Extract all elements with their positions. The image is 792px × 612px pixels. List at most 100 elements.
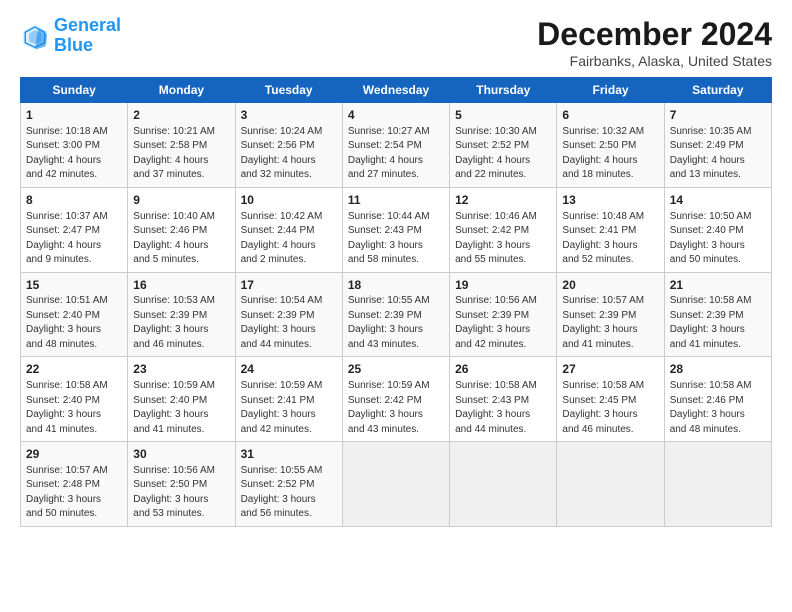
day-number: 18 xyxy=(348,277,444,294)
calendar-cell: 10Sunrise: 10:42 AM Sunset: 2:44 PM Dayl… xyxy=(235,187,342,272)
day-number: 14 xyxy=(670,192,766,209)
calendar-cell: 30Sunrise: 10:56 AM Sunset: 2:50 PM Dayl… xyxy=(128,442,235,527)
day-info: Sunrise: 10:58 AM Sunset: 2:39 PM Daylig… xyxy=(670,294,766,352)
calendar-cell: 24Sunrise: 10:59 AM Sunset: 2:41 PM Dayl… xyxy=(235,357,342,442)
day-number: 28 xyxy=(670,361,766,378)
day-info: Sunrise: 10:24 AM Sunset: 2:56 PM Daylig… xyxy=(241,125,337,183)
day-number: 15 xyxy=(26,277,122,294)
day-info: Sunrise: 10:18 AM Sunset: 3:00 PM Daylig… xyxy=(26,125,122,183)
calendar-cell: 9Sunrise: 10:40 AM Sunset: 2:46 PM Dayli… xyxy=(128,187,235,272)
logo: General Blue xyxy=(20,16,121,56)
calendar-cell: 5Sunrise: 10:30 AM Sunset: 2:52 PM Dayli… xyxy=(450,103,557,188)
calendar-cell: 4Sunrise: 10:27 AM Sunset: 2:54 PM Dayli… xyxy=(342,103,449,188)
day-number: 13 xyxy=(562,192,658,209)
day-info: Sunrise: 10:57 AM Sunset: 2:39 PM Daylig… xyxy=(562,294,658,352)
calendar-cell: 7Sunrise: 10:35 AM Sunset: 2:49 PM Dayli… xyxy=(664,103,771,188)
logo-icon xyxy=(20,21,50,51)
day-number: 29 xyxy=(26,446,122,463)
day-info: Sunrise: 10:53 AM Sunset: 2:39 PM Daylig… xyxy=(133,294,229,352)
header-cell-tuesday: Tuesday xyxy=(235,78,342,103)
day-info: Sunrise: 10:21 AM Sunset: 2:58 PM Daylig… xyxy=(133,125,229,183)
day-number: 10 xyxy=(241,192,337,209)
week-row-5: 29Sunrise: 10:57 AM Sunset: 2:48 PM Dayl… xyxy=(21,442,772,527)
calendar-cell: 27Sunrise: 10:58 AM Sunset: 2:45 PM Dayl… xyxy=(557,357,664,442)
day-info: Sunrise: 10:50 AM Sunset: 2:40 PM Daylig… xyxy=(670,210,766,268)
week-row-2: 8Sunrise: 10:37 AM Sunset: 2:47 PM Dayli… xyxy=(21,187,772,272)
day-number: 21 xyxy=(670,277,766,294)
day-number: 23 xyxy=(133,361,229,378)
day-number: 1 xyxy=(26,107,122,124)
day-info: Sunrise: 10:30 AM Sunset: 2:52 PM Daylig… xyxy=(455,125,551,183)
day-number: 2 xyxy=(133,107,229,124)
day-info: Sunrise: 10:59 AM Sunset: 2:41 PM Daylig… xyxy=(241,379,337,437)
header-cell-sunday: Sunday xyxy=(21,78,128,103)
calendar-cell: 13Sunrise: 10:48 AM Sunset: 2:41 PM Dayl… xyxy=(557,187,664,272)
calendar-cell: 23Sunrise: 10:59 AM Sunset: 2:40 PM Dayl… xyxy=(128,357,235,442)
day-number: 7 xyxy=(670,107,766,124)
day-number: 31 xyxy=(241,446,337,463)
calendar-cell: 22Sunrise: 10:58 AM Sunset: 2:40 PM Dayl… xyxy=(21,357,128,442)
day-number: 3 xyxy=(241,107,337,124)
day-info: Sunrise: 10:55 AM Sunset: 2:52 PM Daylig… xyxy=(241,464,337,522)
week-row-1: 1Sunrise: 10:18 AM Sunset: 3:00 PM Dayli… xyxy=(21,103,772,188)
day-info: Sunrise: 10:58 AM Sunset: 2:46 PM Daylig… xyxy=(670,379,766,437)
header-cell-friday: Friday xyxy=(557,78,664,103)
calendar-cell: 12Sunrise: 10:46 AM Sunset: 2:42 PM Dayl… xyxy=(450,187,557,272)
header-cell-monday: Monday xyxy=(128,78,235,103)
header-cell-thursday: Thursday xyxy=(450,78,557,103)
header: General Blue December 2024 Fairbanks, Al… xyxy=(20,16,772,69)
calendar-cell: 1Sunrise: 10:18 AM Sunset: 3:00 PM Dayli… xyxy=(21,103,128,188)
day-number: 11 xyxy=(348,192,444,209)
day-info: Sunrise: 10:58 AM Sunset: 2:40 PM Daylig… xyxy=(26,379,122,437)
day-info: Sunrise: 10:37 AM Sunset: 2:47 PM Daylig… xyxy=(26,210,122,268)
day-number: 8 xyxy=(26,192,122,209)
day-info: Sunrise: 10:32 AM Sunset: 2:50 PM Daylig… xyxy=(562,125,658,183)
calendar-cell xyxy=(664,442,771,527)
day-number: 5 xyxy=(455,107,551,124)
day-info: Sunrise: 10:48 AM Sunset: 2:41 PM Daylig… xyxy=(562,210,658,268)
day-info: Sunrise: 10:44 AM Sunset: 2:43 PM Daylig… xyxy=(348,210,444,268)
page-container: General Blue December 2024 Fairbanks, Al… xyxy=(0,0,792,537)
day-info: Sunrise: 10:57 AM Sunset: 2:48 PM Daylig… xyxy=(26,464,122,522)
week-row-4: 22Sunrise: 10:58 AM Sunset: 2:40 PM Dayl… xyxy=(21,357,772,442)
day-number: 25 xyxy=(348,361,444,378)
day-info: Sunrise: 10:40 AM Sunset: 2:46 PM Daylig… xyxy=(133,210,229,268)
calendar-body: 1Sunrise: 10:18 AM Sunset: 3:00 PM Dayli… xyxy=(21,103,772,527)
day-number: 20 xyxy=(562,277,658,294)
calendar-cell: 19Sunrise: 10:56 AM Sunset: 2:39 PM Dayl… xyxy=(450,272,557,357)
calendar-cell: 20Sunrise: 10:57 AM Sunset: 2:39 PM Dayl… xyxy=(557,272,664,357)
calendar-cell: 15Sunrise: 10:51 AM Sunset: 2:40 PM Dayl… xyxy=(21,272,128,357)
calendar-cell: 25Sunrise: 10:59 AM Sunset: 2:42 PM Dayl… xyxy=(342,357,449,442)
day-number: 16 xyxy=(133,277,229,294)
logo-text: General Blue xyxy=(54,16,121,56)
calendar-cell: 14Sunrise: 10:50 AM Sunset: 2:40 PM Dayl… xyxy=(664,187,771,272)
calendar-cell: 18Sunrise: 10:55 AM Sunset: 2:39 PM Dayl… xyxy=(342,272,449,357)
calendar-table: SundayMondayTuesdayWednesdayThursdayFrid… xyxy=(20,77,772,527)
day-number: 22 xyxy=(26,361,122,378)
calendar-cell xyxy=(342,442,449,527)
calendar-header: SundayMondayTuesdayWednesdayThursdayFrid… xyxy=(21,78,772,103)
calendar-cell: 8Sunrise: 10:37 AM Sunset: 2:47 PM Dayli… xyxy=(21,187,128,272)
calendar-cell xyxy=(450,442,557,527)
header-cell-saturday: Saturday xyxy=(664,78,771,103)
calendar-cell: 31Sunrise: 10:55 AM Sunset: 2:52 PM Dayl… xyxy=(235,442,342,527)
day-number: 24 xyxy=(241,361,337,378)
week-row-3: 15Sunrise: 10:51 AM Sunset: 2:40 PM Dayl… xyxy=(21,272,772,357)
calendar-cell: 11Sunrise: 10:44 AM Sunset: 2:43 PM Dayl… xyxy=(342,187,449,272)
calendar-cell: 3Sunrise: 10:24 AM Sunset: 2:56 PM Dayli… xyxy=(235,103,342,188)
day-number: 27 xyxy=(562,361,658,378)
day-number: 26 xyxy=(455,361,551,378)
day-info: Sunrise: 10:46 AM Sunset: 2:42 PM Daylig… xyxy=(455,210,551,268)
header-row: SundayMondayTuesdayWednesdayThursdayFrid… xyxy=(21,78,772,103)
day-number: 19 xyxy=(455,277,551,294)
day-info: Sunrise: 10:59 AM Sunset: 2:42 PM Daylig… xyxy=(348,379,444,437)
day-number: 12 xyxy=(455,192,551,209)
day-number: 4 xyxy=(348,107,444,124)
calendar-cell: 28Sunrise: 10:58 AM Sunset: 2:46 PM Dayl… xyxy=(664,357,771,442)
day-info: Sunrise: 10:58 AM Sunset: 2:43 PM Daylig… xyxy=(455,379,551,437)
day-info: Sunrise: 10:35 AM Sunset: 2:49 PM Daylig… xyxy=(670,125,766,183)
main-title: December 2024 xyxy=(537,16,772,53)
day-info: Sunrise: 10:42 AM Sunset: 2:44 PM Daylig… xyxy=(241,210,337,268)
calendar-cell: 26Sunrise: 10:58 AM Sunset: 2:43 PM Dayl… xyxy=(450,357,557,442)
calendar-cell xyxy=(557,442,664,527)
